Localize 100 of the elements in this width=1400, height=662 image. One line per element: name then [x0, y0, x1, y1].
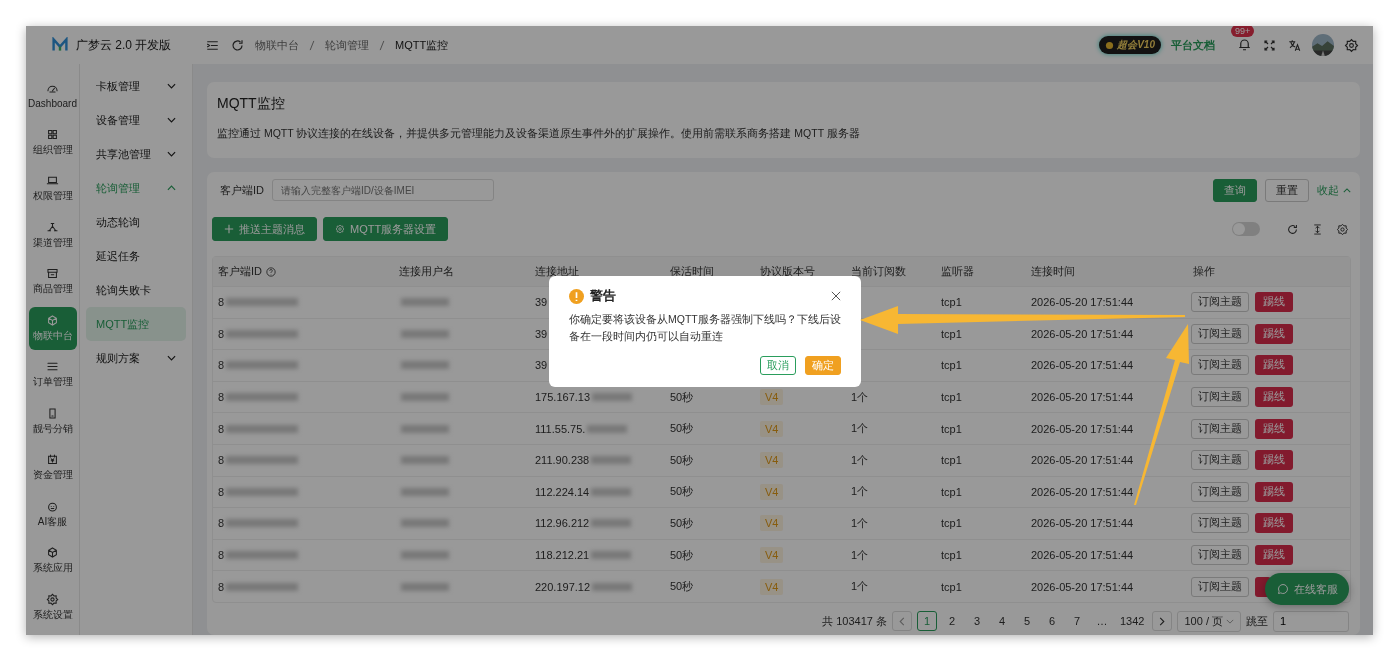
- table-cell: 1个: [851, 421, 869, 437]
- table-cell: 2026-05-20 17:51:44: [1031, 485, 1134, 498]
- table-cell: 39: [535, 359, 548, 372]
- table-cell: 2026-05-20 17:51:44: [1031, 327, 1134, 340]
- rail-item[interactable]: 资金管理: [28, 446, 77, 490]
- table-cell: 1个: [851, 452, 869, 468]
- version-tag: V4: [760, 483, 784, 500]
- column-header: 操作: [1192, 264, 1216, 279]
- rail-item[interactable]: 靓号分销: [28, 399, 77, 443]
- subscribe-button[interactable]: 订阅主题: [1191, 418, 1249, 439]
- rail-item[interactable]: 权限管理: [28, 167, 77, 211]
- rail-item[interactable]: Dashboard: [28, 74, 77, 118]
- submenu-item[interactable]: 卡板管理: [86, 69, 186, 103]
- table-cell: 2026-05-20 17:51:44: [1031, 454, 1134, 467]
- column-header: 协议版本号: [759, 264, 816, 279]
- table-cell: tcp1: [941, 549, 962, 562]
- table-cell: 112.224.14: [535, 485, 590, 498]
- rail-label: 订单管理: [32, 375, 73, 390]
- rail-label: 商品管理: [32, 282, 73, 297]
- total-count: 共 103417 条: [822, 613, 887, 629]
- kick-button[interactable]: 踢线: [1255, 387, 1293, 408]
- breadcrumb-item[interactable]: 物联中台: [255, 37, 299, 53]
- table-cell: 2026-05-20 17:51:44: [1031, 549, 1134, 562]
- kick-button[interactable]: 踢线: [1255, 323, 1293, 344]
- subscribe-button[interactable]: 订阅主题: [1191, 387, 1249, 408]
- rail-label: 物联中台: [32, 328, 73, 343]
- reset-button[interactable]: 重置: [1265, 178, 1309, 202]
- dialog-title: 警告: [590, 287, 616, 305]
- table-cell: 2026-05-20 17:51:44: [1031, 296, 1134, 309]
- subscribe-button[interactable]: 订阅主题: [1191, 513, 1249, 534]
- submenu-child[interactable]: 延迟任务: [86, 239, 186, 273]
- table-cell: 118.212.21: [535, 549, 590, 562]
- rail-item[interactable]: AI客服: [28, 492, 77, 536]
- column-header: 客户端ID: [213, 257, 394, 286]
- table-cell: 8: [218, 517, 225, 530]
- table-cell: 2026-05-20 17:51:44: [1031, 422, 1134, 435]
- page-size-select[interactable]: 100 / 页: [1177, 610, 1241, 632]
- subscribe-button[interactable]: 订阅主题: [1191, 545, 1249, 566]
- table-cell: tcp1: [941, 517, 962, 530]
- version-tag: V4: [760, 452, 784, 469]
- rail-label: 系统应用: [32, 561, 73, 576]
- subscribe-button[interactable]: 订阅主题: [1191, 323, 1249, 344]
- rail-item[interactable]: 组织管理: [28, 120, 77, 164]
- column-header: 监听器: [940, 264, 975, 279]
- table-cell: 8: [218, 296, 225, 309]
- kick-button[interactable]: 踢线: [1255, 481, 1293, 502]
- submenu-child[interactable]: 轮询失败卡: [86, 273, 186, 307]
- subscribe-button[interactable]: 订阅主题: [1191, 292, 1249, 313]
- jump-field[interactable]: 1: [1273, 610, 1349, 632]
- filter-label: 客户端ID: [220, 182, 264, 198]
- version-tag: V4: [760, 578, 784, 595]
- version-tag: V4: [760, 547, 784, 564]
- rail-item[interactable]: 渠道管理: [28, 213, 77, 257]
- page-button[interactable]: 5: [1017, 611, 1037, 632]
- table-cell: 2026-05-20 17:51:44: [1031, 580, 1134, 593]
- breadcrumb-item[interactable]: MQTT监控: [395, 37, 449, 53]
- page-button[interactable]: 4: [992, 611, 1012, 632]
- subscribe-button[interactable]: 订阅主题: [1191, 481, 1249, 502]
- submenu-item[interactable]: 规则方案: [86, 341, 186, 375]
- cancel-button[interactable]: 取消: [760, 356, 796, 375]
- vip-badge[interactable]: 超会V10: [1099, 36, 1161, 54]
- kick-button[interactable]: 踢线: [1255, 355, 1293, 376]
- submenu-item[interactable]: 共享池管理: [86, 137, 186, 171]
- table-cell: 8: [218, 391, 225, 404]
- page-button[interactable]: 3: [967, 611, 987, 632]
- table-cell: 2026-05-20 17:51:44: [1031, 517, 1134, 530]
- rail-item[interactable]: 系统设置: [28, 585, 77, 629]
- subscribe-button[interactable]: 订阅主题: [1191, 576, 1249, 597]
- kick-button[interactable]: 踢线: [1255, 513, 1293, 534]
- table-cell: 50秒: [670, 547, 694, 563]
- rail-label: 靓号分销: [32, 421, 73, 436]
- table-cell: 50秒: [670, 515, 694, 531]
- rail-item[interactable]: 订单管理: [28, 353, 77, 397]
- page-button[interactable]: 6: [1042, 611, 1062, 632]
- kick-button[interactable]: 踢线: [1255, 450, 1293, 471]
- page-button[interactable]: …: [1092, 611, 1112, 632]
- page-button[interactable]: 1342: [1117, 611, 1148, 632]
- table-cell: 50秒: [670, 421, 694, 437]
- client-id-field[interactable]: 请输入完整客户端ID/设备IMEI: [272, 179, 494, 201]
- table-cell: 50秒: [670, 579, 694, 595]
- page-button[interactable]: 2: [942, 611, 962, 632]
- version-tag: V4: [760, 420, 784, 437]
- jump-label: 跳至: [1246, 613, 1268, 629]
- breadcrumb-item[interactable]: 轮询管理: [325, 37, 369, 53]
- kick-button[interactable]: 踢线: [1255, 545, 1293, 566]
- dialog-message: 你确定要将该设备从MQTT服务器强制下线吗？下线后设备在一段时间内仍可以自动重连: [569, 312, 841, 344]
- submenu-child[interactable]: 动态轮询: [86, 205, 186, 239]
- page-button[interactable]: 7: [1067, 611, 1087, 632]
- subscribe-button[interactable]: 订阅主题: [1191, 355, 1249, 376]
- rail-item[interactable]: 商品管理: [28, 260, 77, 304]
- submenu-item[interactable]: 设备管理: [86, 103, 186, 137]
- kick-button[interactable]: 踢线: [1255, 292, 1293, 313]
- kick-button[interactable]: 踢线: [1255, 418, 1293, 439]
- column-header: 连接地址: [534, 264, 580, 279]
- table-cell: 211.90.238: [535, 454, 590, 467]
- subscribe-button[interactable]: 订阅主题: [1191, 450, 1249, 471]
- rail-label: AI客服: [37, 514, 68, 529]
- table-cell: 175.167.13: [535, 391, 591, 404]
- rail-label: 资金管理: [32, 468, 73, 483]
- rail-item[interactable]: 系统应用: [28, 539, 77, 583]
